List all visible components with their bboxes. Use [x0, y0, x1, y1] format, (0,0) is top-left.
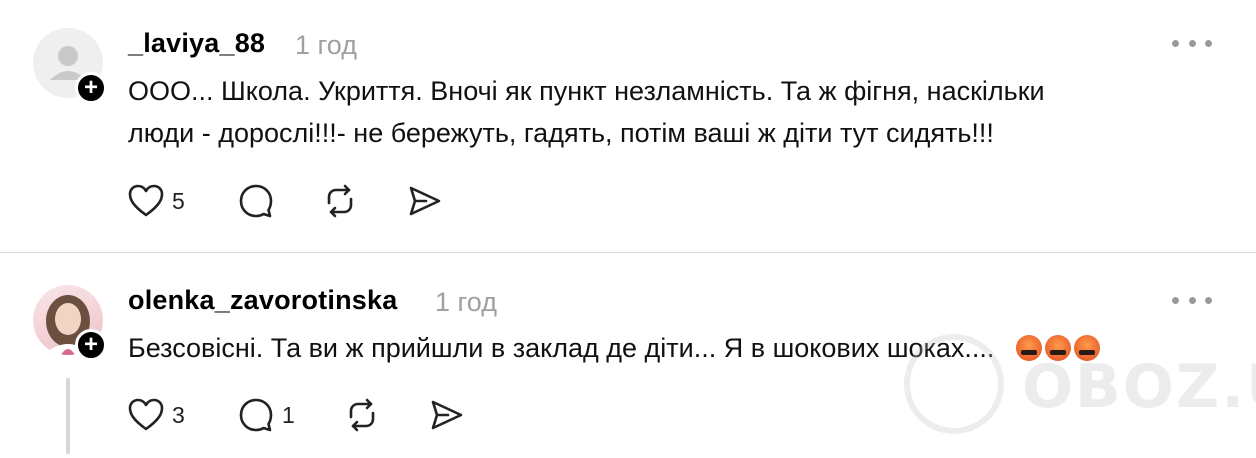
comment-item: + _laviya_88 1 год ООО... Школа. Укриття… [0, 0, 1256, 252]
like-button[interactable]: 5 [128, 181, 185, 221]
repost-icon [349, 398, 375, 432]
like-count: 5 [172, 187, 185, 214]
follow-button[interactable]: + [75, 72, 107, 104]
like-button[interactable]: 3 [128, 395, 185, 435]
share-button[interactable] [428, 395, 464, 435]
username[interactable]: olenka_zavorotinska [128, 285, 397, 316]
globe-logo-icon [904, 334, 1004, 434]
watermark: OBOZ.UA [904, 334, 1256, 434]
follow-button[interactable]: + [75, 329, 107, 361]
send-icon [431, 400, 463, 430]
reply-button[interactable]: 1 [238, 395, 295, 435]
share-button[interactable] [406, 181, 442, 221]
timestamp: 1 год [295, 30, 357, 60]
comment-text: ООО... Школа. Укриття. Вночі як пункт не… [128, 76, 1045, 148]
username[interactable]: _laviya_88 [128, 28, 265, 59]
thread-line [66, 378, 70, 454]
repost-button[interactable] [322, 181, 358, 221]
more-button[interactable] [1172, 290, 1212, 310]
heart-icon [128, 184, 164, 217]
divider [0, 252, 1256, 253]
comment-icon [239, 184, 273, 218]
repost-icon [327, 184, 353, 218]
send-icon [409, 186, 441, 216]
more-button[interactable] [1172, 33, 1212, 53]
more-icon [1172, 296, 1179, 304]
like-count: 3 [172, 401, 185, 428]
heart-icon [128, 398, 164, 431]
more-icon [1172, 39, 1179, 47]
reply-button[interactable] [238, 181, 274, 221]
timestamp: 1 год [435, 287, 497, 317]
repost-button[interactable] [344, 395, 380, 435]
reply-count: 1 [282, 401, 295, 428]
watermark-text: OBOZ.UA [1022, 352, 1256, 422]
comment-icon [239, 398, 273, 432]
